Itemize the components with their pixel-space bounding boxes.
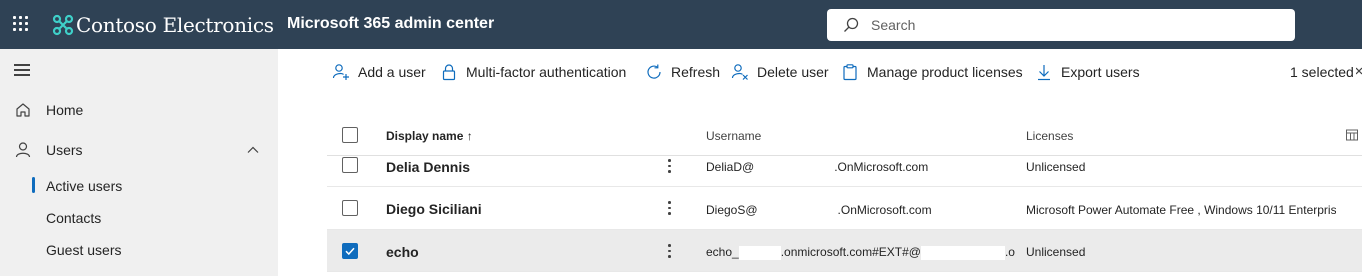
username-prefix: DeliaD@ bbox=[706, 160, 755, 174]
user-username: DiegoS@ .OnMicrosoft.com bbox=[706, 203, 1015, 218]
user-licenses: Unlicensed bbox=[1026, 245, 1086, 259]
row-checkbox[interactable] bbox=[342, 200, 358, 216]
app-title: Microsoft 365 admin center bbox=[287, 15, 495, 32]
checkmark-icon bbox=[345, 247, 355, 256]
username-middle: .onmicrosoft.com#EXT#@ bbox=[780, 245, 921, 259]
home-icon bbox=[16, 103, 30, 117]
row-checkbox-checked[interactable] bbox=[342, 243, 358, 259]
username-suffix: .OnMicrosoft.com bbox=[837, 203, 932, 217]
add-user-button[interactable]: Add a user bbox=[332, 61, 426, 83]
top-header: Contoso Electronics Microsoft 365 admin … bbox=[0, 0, 1362, 49]
more-actions-icon[interactable] bbox=[667, 200, 671, 216]
person-icon bbox=[15, 142, 31, 158]
more-actions-icon[interactable] bbox=[667, 243, 671, 259]
lock-icon bbox=[442, 64, 456, 81]
command-bar: Add a user Multi-factor authentication R… bbox=[278, 49, 1362, 93]
redacted-block bbox=[920, 245, 1005, 260]
search-box[interactable] bbox=[827, 9, 1295, 41]
column-licenses[interactable]: Licenses bbox=[1026, 129, 1073, 143]
export-users-label: Export users bbox=[1061, 64, 1140, 80]
nav-item-users[interactable]: Users bbox=[0, 134, 278, 166]
nav-label: Contacts bbox=[46, 210, 102, 226]
nav-label: Active users bbox=[46, 178, 123, 194]
redacted-block bbox=[757, 203, 838, 218]
export-users-button[interactable]: Export users bbox=[1035, 61, 1140, 83]
nav-label: Users bbox=[46, 142, 83, 158]
download-icon bbox=[1038, 65, 1050, 81]
row-checkbox[interactable] bbox=[342, 157, 358, 173]
username-suffix: .or bbox=[1004, 245, 1015, 259]
refresh-button[interactable]: Refresh bbox=[645, 61, 720, 83]
select-all-checkbox[interactable] bbox=[342, 127, 358, 143]
contoso-logo-icon bbox=[52, 14, 74, 36]
left-nav: Home Users Active users Contacts Guest u… bbox=[0, 49, 278, 276]
refresh-icon bbox=[647, 64, 661, 79]
search-icon bbox=[844, 17, 859, 32]
active-indicator bbox=[32, 177, 35, 193]
clipboard-icon bbox=[843, 64, 857, 81]
chevron-up-icon[interactable] bbox=[246, 143, 260, 157]
nav-subitem-guest-users[interactable]: Guest users bbox=[0, 236, 278, 264]
nav-item-home[interactable]: Home bbox=[0, 94, 278, 126]
nav-subitem-active-users[interactable]: Active users bbox=[0, 172, 278, 200]
username-prefix: DiegoS@ bbox=[706, 203, 758, 217]
user-username: echo_ .onmicrosoft.com#EXT#@ .or bbox=[706, 245, 1015, 260]
delete-user-button[interactable]: Delete user bbox=[731, 61, 829, 83]
user-licenses: Unlicensed bbox=[1026, 160, 1086, 174]
add-user-label: Add a user bbox=[358, 64, 426, 80]
table-row[interactable]: Delia Dennis DeliaD@ .OnMicrosoft.com Unl… bbox=[327, 157, 1362, 187]
choose-columns-icon[interactable] bbox=[1345, 128, 1359, 142]
redacted-block bbox=[738, 245, 781, 260]
users-table: Display name ↑ Username Licenses Delia D… bbox=[327, 118, 1362, 276]
refresh-label: Refresh bbox=[671, 64, 721, 80]
app-launcher-icon[interactable] bbox=[13, 16, 29, 32]
delete-user-label: Delete user bbox=[757, 64, 829, 80]
table-header: Display name ↑ Username Licenses bbox=[327, 118, 1362, 156]
user-display-name[interactable]: Delia Dennis bbox=[386, 159, 470, 175]
nav-label: Home bbox=[46, 102, 84, 118]
column-display-name[interactable]: Display name ↑ bbox=[386, 129, 473, 143]
remove-person-icon bbox=[731, 64, 748, 80]
mfa-label: Multi-factor authentication bbox=[466, 64, 627, 80]
selection-count: 1 selected bbox=[1290, 64, 1354, 80]
table-row[interactable]: echo echo_ .onmicrosoft.com#EXT#@ .or Unli… bbox=[327, 230, 1362, 272]
username-prefix: echo_ bbox=[706, 245, 739, 259]
brand[interactable]: Contoso Electronics bbox=[52, 10, 274, 40]
manage-licenses-label: Manage product licenses bbox=[867, 64, 1023, 80]
user-display-name[interactable]: Diego Siciliani bbox=[386, 201, 482, 217]
close-icon[interactable] bbox=[1356, 64, 1362, 80]
username-suffix: .OnMicrosoft.com bbox=[834, 160, 929, 174]
brand-name: Contoso Electronics bbox=[76, 13, 274, 37]
search-input[interactable] bbox=[871, 17, 1271, 33]
hamburger-menu-icon[interactable] bbox=[14, 64, 30, 76]
column-username[interactable]: Username bbox=[706, 129, 761, 143]
nav-label: Guest users bbox=[46, 242, 122, 258]
mfa-button[interactable]: Multi-factor authentication bbox=[440, 61, 626, 83]
user-licenses: Microsoft Power Automate Free , Windows … bbox=[1026, 203, 1336, 217]
user-display-name[interactable]: echo bbox=[386, 244, 419, 260]
nav-subitem-contacts[interactable]: Contacts bbox=[0, 204, 278, 232]
redacted-block bbox=[754, 160, 835, 175]
table-row[interactable]: Diego Siciliani DiegoS@ .OnMicrosoft.com … bbox=[327, 187, 1362, 230]
manage-licenses-button[interactable]: Manage product licenses bbox=[841, 61, 1023, 83]
user-username: DeliaD@ .OnMicrosoft.com bbox=[706, 160, 1015, 175]
add-person-icon bbox=[332, 64, 349, 80]
more-actions-icon[interactable] bbox=[667, 158, 671, 174]
